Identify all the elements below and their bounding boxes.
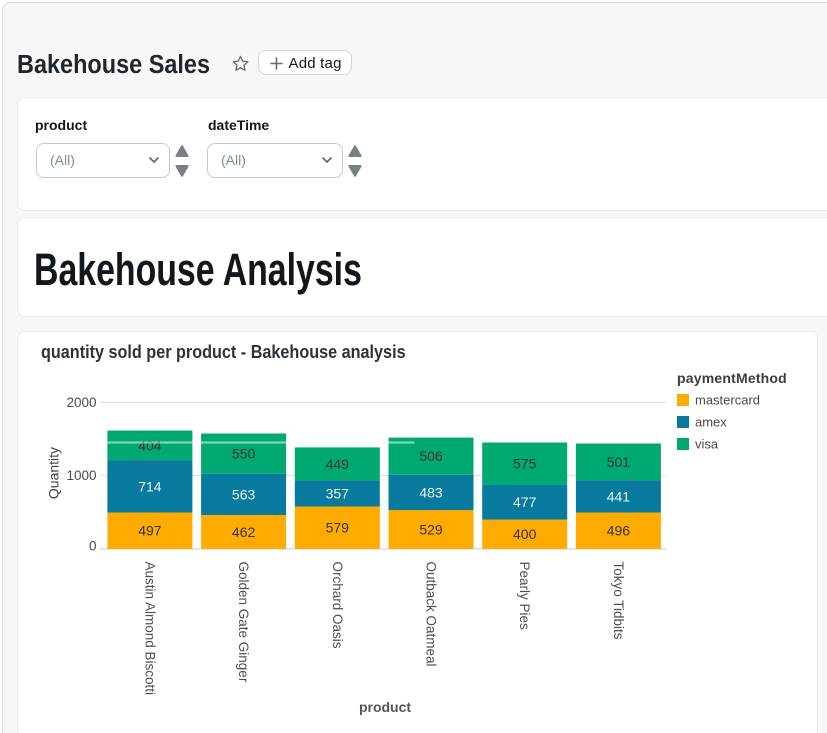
svg-text:0: 0 bbox=[89, 539, 97, 554]
svg-text:357: 357 bbox=[326, 485, 350, 501]
svg-text:483: 483 bbox=[419, 484, 443, 500]
svg-text:Quantity: Quantity bbox=[46, 447, 62, 499]
svg-text:449: 449 bbox=[326, 456, 350, 472]
svg-text:441: 441 bbox=[607, 488, 631, 504]
svg-text:2000: 2000 bbox=[66, 395, 96, 410]
svg-text:477: 477 bbox=[513, 494, 537, 510]
svg-text:496: 496 bbox=[607, 523, 631, 539]
svg-text:Orchard Oasis: Orchard Oasis bbox=[330, 562, 345, 649]
svg-text:1000: 1000 bbox=[66, 468, 96, 483]
svg-text:506: 506 bbox=[419, 448, 443, 464]
svg-text:550: 550 bbox=[232, 446, 256, 462]
svg-text:575: 575 bbox=[513, 456, 537, 472]
svg-text:visa: visa bbox=[695, 437, 719, 452]
svg-text:amex: amex bbox=[695, 415, 727, 430]
svg-text:529: 529 bbox=[419, 522, 443, 538]
svg-text:497: 497 bbox=[138, 523, 162, 539]
svg-text:paymentMethod: paymentMethod bbox=[677, 370, 787, 386]
svg-text:579: 579 bbox=[326, 520, 350, 536]
svg-text:Pearly Pies: Pearly Pies bbox=[517, 562, 532, 631]
svg-text:501: 501 bbox=[607, 454, 631, 470]
svg-text:714: 714 bbox=[138, 478, 162, 494]
svg-text:mastercard: mastercard bbox=[695, 393, 760, 408]
svg-text:462: 462 bbox=[232, 524, 256, 540]
svg-text:Golden Gate Ginger: Golden Gate Ginger bbox=[236, 562, 251, 683]
svg-text:404: 404 bbox=[138, 437, 162, 453]
svg-text:product: product bbox=[359, 699, 411, 715]
svg-text:563: 563 bbox=[232, 486, 256, 502]
svg-text:Tokyo Tidbits: Tokyo Tidbits bbox=[611, 562, 626, 640]
svg-text:Austin Almond Biscotti: Austin Almond Biscotti bbox=[142, 562, 157, 696]
svg-text:Outback Oatmeal: Outback Oatmeal bbox=[424, 562, 439, 667]
svg-text:400: 400 bbox=[513, 526, 537, 542]
